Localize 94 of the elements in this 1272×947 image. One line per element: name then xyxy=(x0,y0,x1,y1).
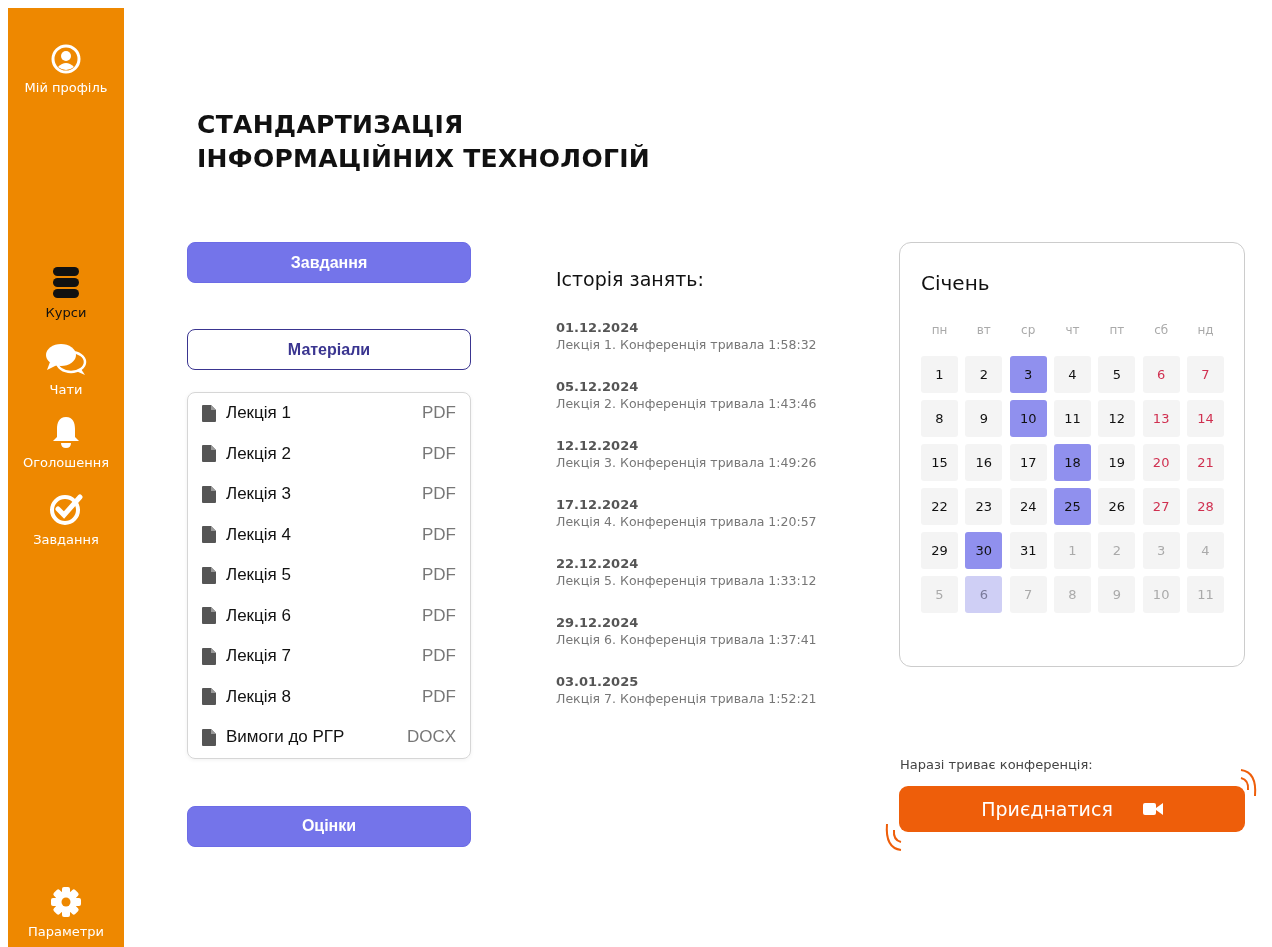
file-format: PDF xyxy=(422,443,456,464)
calendar-day[interactable]: 25 xyxy=(1054,488,1091,525)
calendar-day[interactable]: 10 xyxy=(1009,400,1047,437)
calendar-day[interactable]: 7 xyxy=(1186,356,1224,393)
check-circle-icon xyxy=(49,492,83,526)
weekday-label: чт xyxy=(1064,323,1081,337)
video-camera-icon xyxy=(1142,802,1163,816)
calendar-day[interactable]: 15 xyxy=(921,444,958,481)
calendar-day[interactable]: 20 xyxy=(1142,444,1180,481)
profile-icon xyxy=(51,44,81,74)
document-icon xyxy=(202,728,216,746)
document-icon xyxy=(202,607,216,625)
calendar-day[interactable]: 9 xyxy=(965,400,1003,437)
calendar-day[interactable]: 23 xyxy=(965,488,1003,525)
material-link[interactable]: Лекція 3 xyxy=(226,484,422,505)
file-format: PDF xyxy=(422,686,456,707)
material-link[interactable]: Лекція 5 xyxy=(226,565,422,586)
calendar-day[interactable]: 31 xyxy=(1009,532,1047,569)
join-button[interactable]: Приєднатися xyxy=(899,786,1245,832)
lesson-date: 03.01.2025 xyxy=(556,674,640,689)
nav-item[interactable]: Курси xyxy=(45,265,87,320)
month-title: Січень xyxy=(921,271,991,295)
weekday-label: сб xyxy=(1153,323,1170,337)
calendar-day[interactable]: 16 xyxy=(965,444,1003,481)
calendar-day[interactable]: 21 xyxy=(1186,444,1224,481)
file-format: PDF xyxy=(422,605,456,626)
calendar-day[interactable]: 11 xyxy=(1054,400,1091,437)
calendar-day[interactable]: 28 xyxy=(1186,488,1224,525)
calendar-day[interactable]: 17 xyxy=(1009,444,1047,481)
document-icon xyxy=(202,445,216,463)
file-format: PDF xyxy=(422,403,456,424)
books-icon xyxy=(51,265,81,299)
material-link[interactable]: Лекція 4 xyxy=(226,524,422,545)
weekday-label: нд xyxy=(1196,323,1215,337)
lesson-date: 05.12.2024 xyxy=(556,379,640,394)
calendar-day[interactable]: 29 xyxy=(921,532,958,569)
material-link[interactable]: Лекція 6 xyxy=(226,605,422,626)
calendar-day[interactable]: 8 xyxy=(921,400,958,437)
lesson-summary: Лекція 1. Конференція тривала 1:58:32 xyxy=(556,337,818,352)
lesson-summary: Лекція 4. Конференція тривала 1:20:57 xyxy=(556,514,818,529)
calendar-day[interactable]: 14 xyxy=(1186,400,1224,437)
lesson-summary: Лекція 2. Конференція тривала 1:43:46 xyxy=(556,396,818,411)
bell-icon xyxy=(51,415,81,449)
lesson-date: 12.12.2024 xyxy=(556,438,640,453)
lesson-date: 29.12.2024 xyxy=(556,615,640,630)
material-link[interactable]: Лекція 1 xyxy=(226,403,422,424)
section-tab[interactable]: Оцінки xyxy=(187,805,471,847)
lesson-date: 17.12.2024 xyxy=(556,497,640,512)
calendar-day[interactable]: 5 xyxy=(1098,356,1136,393)
material-link[interactable]: Лекція 2 xyxy=(226,443,422,464)
lesson-summary: Лекція 6. Конференція тривала 1:37:41 xyxy=(556,632,818,647)
document-icon xyxy=(202,404,216,422)
calendar-day[interactable]: 2 xyxy=(965,356,1003,393)
document-icon xyxy=(202,526,216,544)
calendar-day[interactable]: 30 xyxy=(965,532,1003,569)
lesson-date: 22.12.2024 xyxy=(556,556,640,571)
calendar-day[interactable]: 4 xyxy=(1054,356,1091,393)
calendar-day[interactable]: 18 xyxy=(1054,444,1091,481)
calendar-day[interactable]: 13 xyxy=(1142,400,1180,437)
section-tab[interactable]: Матеріали xyxy=(187,329,471,370)
document-icon xyxy=(202,647,216,665)
file-format: DOCX xyxy=(406,727,456,748)
calendar-day[interactable]: 6 xyxy=(1142,356,1180,393)
document-icon xyxy=(202,688,216,706)
section-tab[interactable]: Завдання xyxy=(187,242,471,283)
file-format: PDF xyxy=(422,484,456,505)
calendar-day[interactable]: 26 xyxy=(1098,488,1136,525)
calendar-day[interactable]: 22 xyxy=(921,488,958,525)
page-title: СТАНДАРТИЗАЦІЯ ІНФОРМАЦІЙНИХ ТЕХНОЛОГІЙ xyxy=(197,109,651,175)
lesson-date: 01.12.2024 xyxy=(556,320,640,335)
lesson-summary: Лекція 7. Конференція тривала 1:52:21 xyxy=(556,691,818,706)
material-link[interactable]: Лекція 8 xyxy=(226,686,422,707)
document-icon xyxy=(202,485,216,503)
calendar-day[interactable]: 24 xyxy=(1009,488,1047,525)
material-link[interactable]: Вимоги до РГР xyxy=(226,727,407,748)
lesson-summary: Лекція 5. Конференція тривала 1:33:12 xyxy=(556,573,818,588)
weekday-label: пн xyxy=(930,323,949,337)
material-link[interactable]: Лекція 7 xyxy=(226,646,422,667)
calendar-day[interactable]: 12 xyxy=(1098,400,1136,437)
weekday-label: вт xyxy=(975,323,992,337)
history-title: Історія занять: xyxy=(556,268,705,290)
file-format: PDF xyxy=(422,646,456,667)
weekday-label: пт xyxy=(1108,323,1126,337)
calendar-day[interactable]: 27 xyxy=(1142,488,1180,525)
chat-bubbles-icon xyxy=(45,342,87,376)
calendar-day[interactable]: 3 xyxy=(1009,356,1047,393)
calendar-day[interactable]: 19 xyxy=(1098,444,1136,481)
calendar-day[interactable]: 1 xyxy=(921,356,958,393)
file-format: PDF xyxy=(422,565,456,586)
lesson-summary: Лекція 3. Конференція тривала 1:49:26 xyxy=(556,455,818,470)
conference-status: Наразі триває конференція: xyxy=(900,757,1094,772)
document-icon xyxy=(202,566,216,584)
weekday-label: ср xyxy=(1020,323,1037,337)
file-format: PDF xyxy=(422,524,456,545)
